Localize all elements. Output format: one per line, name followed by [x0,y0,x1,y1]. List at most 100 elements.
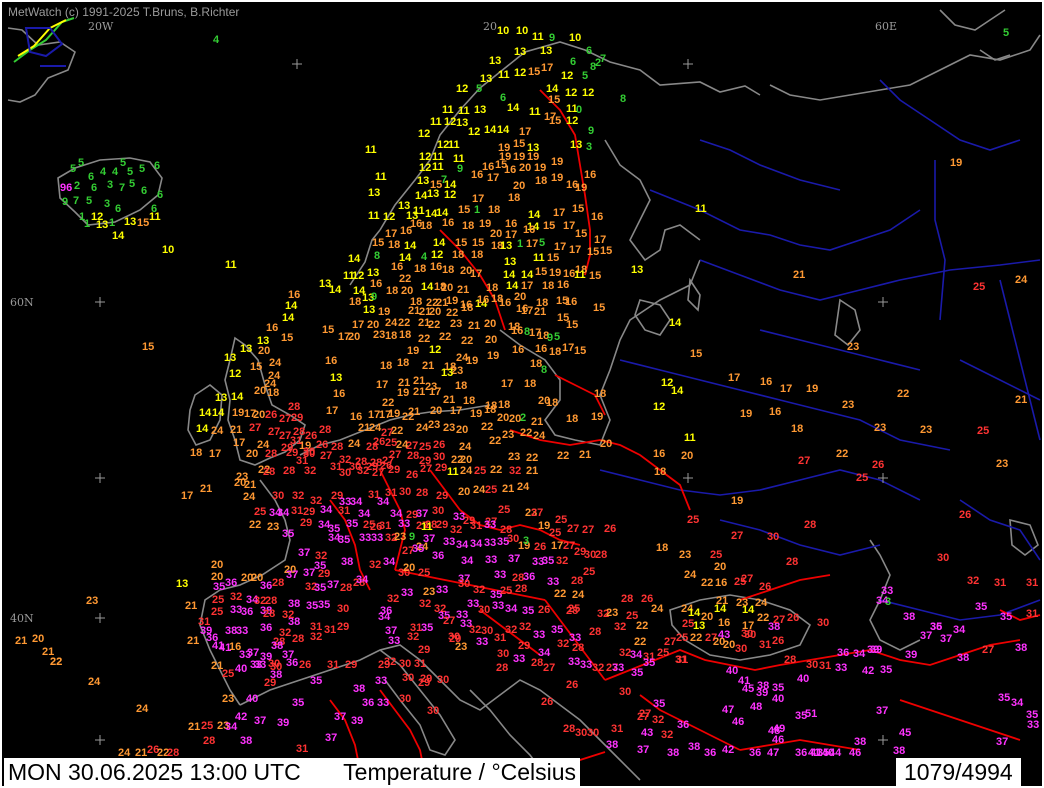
station-temp: 19 [549,267,562,279]
station-temp: 20 [490,228,503,240]
station-temp: 45 [742,683,755,695]
station-temp: 16 [591,211,604,223]
station-temp: 36 [704,747,717,759]
station-temp: 42 [722,744,735,756]
station-temp: 31 [379,520,392,532]
station-temp: 35 [412,543,425,555]
station-temp: 18 [484,404,497,416]
station-temp: 13 [363,304,376,316]
station-temp: 16 [325,355,338,367]
station-temp: 18 [542,280,555,292]
station-temp: 34 [356,574,369,586]
station-temp: 35 [631,667,644,679]
station-temp: 25 [676,632,689,644]
station-temp: 13 [474,104,487,116]
station-temp: 34 [383,556,396,568]
station-temp: 8 [620,93,627,105]
station-temp: 21 [457,284,470,296]
station-temp: 16 [511,325,524,337]
station-temp: 28 [572,642,585,654]
station-temp: 26 [541,696,554,708]
station-temp: 44 [829,747,842,759]
station-temp: 1 [517,238,524,250]
station-temp: 35 [282,528,295,540]
station-temp: 11 [532,31,544,43]
station-temp: 18 [380,360,393,372]
station-temp: 31 [759,639,772,651]
station-temp: 25 [687,514,700,526]
station-temp: 18 [386,285,399,297]
station-temp: 47 [767,747,780,759]
station-temp: 26 [566,679,579,691]
onega-lake [687,277,701,312]
station-temp: 25 [419,441,432,453]
map-stage: MetWatch (c) 1991-2025 T.Bruns, B.Richte… [0,0,1044,788]
station-temp: 24 [88,676,101,688]
metwatch-logo-icon [13,17,75,67]
station-temp: 36 [362,697,375,709]
station-temp: 13 [631,264,644,276]
station-temp: 35 [522,605,535,617]
station-temp: 14 [669,317,682,329]
station-temp: 25 [555,514,568,526]
station-temp: 1 [474,204,481,216]
grid-label-40n: 40N [10,612,34,625]
station-temp: 37 [254,715,267,727]
station-temp: 41 [212,640,225,652]
station-temp: 15 [372,237,385,249]
station-temp: 37 [637,744,650,756]
station-temp: 15 [513,138,526,150]
station-temp: 34 [853,648,866,660]
station-temp: 30 [806,659,819,671]
station-temp: 34 [350,496,363,508]
station-temp: 5 [70,163,77,175]
station-temp: 36 [225,577,238,589]
station-temp: 6 [500,92,507,104]
station-temp: 2 [520,412,527,424]
station-temp: 30 [402,672,415,684]
east-coast-lake [834,298,861,347]
station-temp: 21 [188,721,201,733]
station-temp: 22 [897,388,910,400]
station-temp: 12 [514,67,527,79]
station-temp: 20 [600,438,613,450]
station-temp: 29 [435,462,448,474]
station-temp: 33 [443,536,456,548]
station-temp: 29 [436,490,449,502]
station-temp: 24 [572,589,585,601]
station-temp: 26 [604,523,617,535]
novaya-zemlya [939,9,1011,61]
station-temp: 28 [319,424,332,436]
station-temp: 9 [547,332,554,344]
station-temp: 38 [353,683,366,695]
station-temp: 33 [484,537,497,549]
station-temp: 18 [399,329,412,341]
station-temp: 4 [100,166,107,178]
station-temp: 26 [538,604,551,616]
station-temp: 34 [456,539,469,551]
station-temp: 23 [920,424,933,436]
station-temp: 40 [246,693,259,705]
station-temp: 22 [391,425,404,437]
station-temp: 18 [566,413,579,425]
station-temp: 14 [404,240,417,252]
station-temp: 12 [456,83,469,95]
station-temp: 28 [621,593,634,605]
station-temp: 26 [433,439,446,451]
station-temp: 51 [805,708,818,720]
station-temp: 15 [547,252,560,264]
station-temp: 11 [421,521,433,533]
station-temp: 18 [524,378,537,390]
station-temp: 30 [741,628,754,640]
station-temp: 33 [401,587,414,599]
station-temp: 18 [498,399,511,411]
station-temp: 25 [201,720,214,732]
station-temp: 25 [212,594,225,606]
station-temp: 18 [385,330,398,342]
station-temp: 25 [254,506,267,518]
station-temp: 23 [679,549,692,561]
station-temp: 33 [612,662,625,674]
station-temp: 26 [299,659,312,671]
station-temp: 32 [652,714,665,726]
station-temp: 19 [407,345,420,357]
